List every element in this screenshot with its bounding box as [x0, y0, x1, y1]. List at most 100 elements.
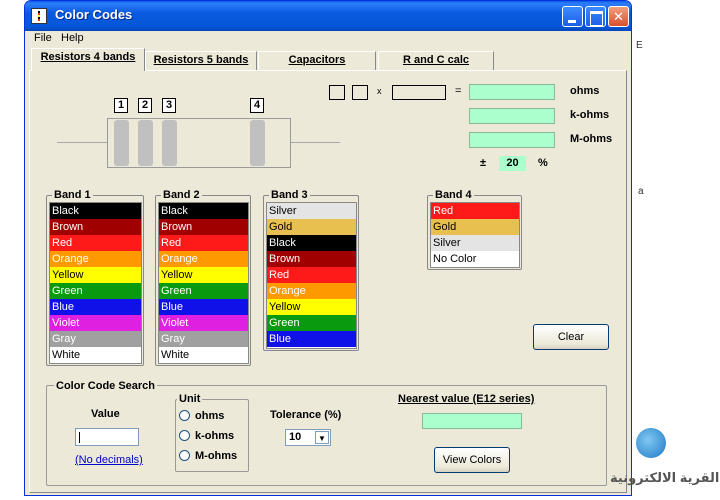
menu-bar: File Help — [25, 31, 631, 47]
radio-icon — [179, 410, 190, 421]
band-list-item[interactable]: Gold — [267, 219, 356, 235]
band-list-item[interactable]: White — [50, 347, 141, 363]
ohms-result-field — [469, 84, 555, 100]
band-list-item[interactable]: Silver — [431, 235, 519, 251]
band-list-item[interactable]: Blue — [159, 299, 248, 315]
radio-icon — [179, 450, 190, 461]
band-list-item[interactable]: Yellow — [50, 267, 141, 283]
unit-label-mohms: M-ohms — [570, 133, 613, 145]
band-2-title: Band 2 — [161, 189, 202, 201]
resistor-band-2 — [138, 120, 153, 166]
unit-label-kohms: k-ohms — [570, 109, 610, 121]
band-list-item[interactable]: Blue — [267, 331, 356, 347]
band-list-item[interactable]: Brown — [159, 219, 248, 235]
title-bar[interactable]: Color Codes — [25, 1, 631, 31]
value-input[interactable] — [75, 428, 139, 446]
no-decimals-link[interactable]: (No decimals) — [75, 454, 143, 466]
band-3-list[interactable]: Silver Gold Black Brown Red Orange Yellow Green… — [266, 202, 357, 349]
unit-label-ohms: ohms — [570, 85, 600, 97]
tolerance-select[interactable]: 10 ▼ — [285, 429, 331, 446]
menu-help[interactable]: Help — [61, 32, 84, 44]
band-list-item[interactable]: Yellow — [159, 267, 248, 283]
band-list-item[interactable]: Red — [431, 203, 519, 219]
tab-r-and-c-calc[interactable]: R and C calc — [378, 51, 494, 70]
band-list-item[interactable]: Violet — [159, 315, 248, 331]
band-3-title: Band 3 — [269, 189, 310, 201]
tolerance-selected-value: 10 — [289, 431, 302, 443]
band-list-item[interactable]: Black — [267, 235, 356, 251]
unit-radio-mohms[interactable]: M-ohms — [179, 450, 237, 462]
band-list-item[interactable]: Brown — [50, 219, 141, 235]
multiply-sign: x — [377, 86, 382, 96]
resistor-app-icon — [31, 8, 47, 24]
clear-button[interactable]: Clear — [533, 324, 609, 350]
tolerance-label: Tolerance (%) — [270, 409, 342, 421]
mohms-result-field — [469, 132, 555, 148]
band-1-title: Band 1 — [52, 189, 93, 201]
desktop-background — [630, 0, 720, 500]
band-list-item[interactable]: Yellow — [267, 299, 356, 315]
band-list-item[interactable]: Green — [267, 315, 356, 331]
menu-file[interactable]: File — [34, 32, 52, 44]
globe-logo-icon — [636, 428, 666, 458]
resistor-band-1 — [114, 120, 129, 166]
band-list-item[interactable]: Green — [50, 283, 141, 299]
band-number-label: 1 — [114, 98, 128, 113]
tab-resistors-5-bands[interactable]: Resistors 5 bands — [145, 51, 257, 70]
tolerance-result-field: 20 — [499, 156, 526, 171]
band-number-label: 2 — [138, 98, 152, 113]
band-list-item[interactable]: Gray — [159, 331, 248, 347]
desktop-text-fragment: E — [636, 40, 643, 51]
view-colors-button[interactable]: View Colors — [434, 447, 510, 473]
resistor-band-3 — [162, 120, 177, 166]
band-number-label: 3 — [162, 98, 176, 113]
band-number-label: 4 — [250, 98, 264, 113]
kohms-result-field — [469, 108, 555, 124]
chevron-down-icon[interactable]: ▼ — [315, 431, 329, 444]
search-group-title: Color Code Search — [54, 380, 158, 392]
band-list-item[interactable]: White — [159, 347, 248, 363]
percent-sign: % — [538, 157, 548, 169]
band-4-title: Band 4 — [433, 189, 474, 201]
band-list-item[interactable]: Black — [50, 203, 141, 219]
digit-box-1 — [329, 85, 345, 100]
unit-group-title: Unit — [177, 393, 203, 405]
band-list-item[interactable]: Orange — [50, 251, 141, 267]
band-list-item[interactable]: Silver — [267, 203, 356, 219]
plus-minus-sign: ± — [480, 157, 487, 169]
resistor-band-4 — [250, 120, 265, 166]
band-list-item[interactable]: Brown — [267, 251, 356, 267]
band-list-item[interactable]: No Color — [431, 251, 519, 267]
watermark-text: القرية الالكترونية — [610, 470, 720, 485]
band-4-list[interactable]: Red Gold Silver No Color — [430, 202, 520, 268]
band-list-item[interactable]: Red — [50, 235, 141, 251]
app-window: Color Codes File Help Resistors 4 bands … — [24, 0, 632, 496]
band-list-item[interactable]: Gold — [431, 219, 519, 235]
tab-capacitors[interactable]: Capacitors — [258, 51, 376, 70]
band-list-item[interactable]: Orange — [267, 283, 356, 299]
band-list-item[interactable]: Blue — [50, 299, 141, 315]
band-list-item[interactable]: Green — [159, 283, 248, 299]
unit-radio-ohms[interactable]: ohms — [179, 410, 224, 422]
tab-resistors-4-bands[interactable]: Resistors 4 bands — [31, 48, 145, 71]
unit-radio-kohms[interactable]: k-ohms — [179, 430, 234, 442]
band-2-list[interactable]: Black Brown Red Orange Yellow Green Blue Violet… — [158, 202, 249, 364]
nearest-value-field — [422, 413, 522, 429]
minimize-button[interactable] — [562, 6, 583, 27]
band-list-item[interactable]: Red — [159, 235, 248, 251]
digit-box-2 — [352, 85, 368, 100]
window-title: Color Codes — [55, 7, 133, 22]
band-list-item[interactable]: Violet — [50, 315, 141, 331]
band-list-item[interactable]: Red — [267, 267, 356, 283]
band-list-item[interactable]: Orange — [159, 251, 248, 267]
nearest-value-label: Nearest value (E12 series) — [398, 393, 535, 405]
maximize-button[interactable] — [585, 6, 606, 27]
band-list-item[interactable]: Gray — [50, 331, 141, 347]
multiplier-box — [392, 85, 446, 100]
radio-icon — [179, 430, 190, 441]
close-button[interactable] — [608, 6, 629, 27]
band-list-item[interactable]: Black — [159, 203, 248, 219]
equals-sign: = — [455, 85, 462, 97]
band-1-list[interactable]: Black Brown Red Orange Yellow Green Blue Violet… — [49, 202, 142, 364]
value-label: Value — [91, 408, 120, 420]
